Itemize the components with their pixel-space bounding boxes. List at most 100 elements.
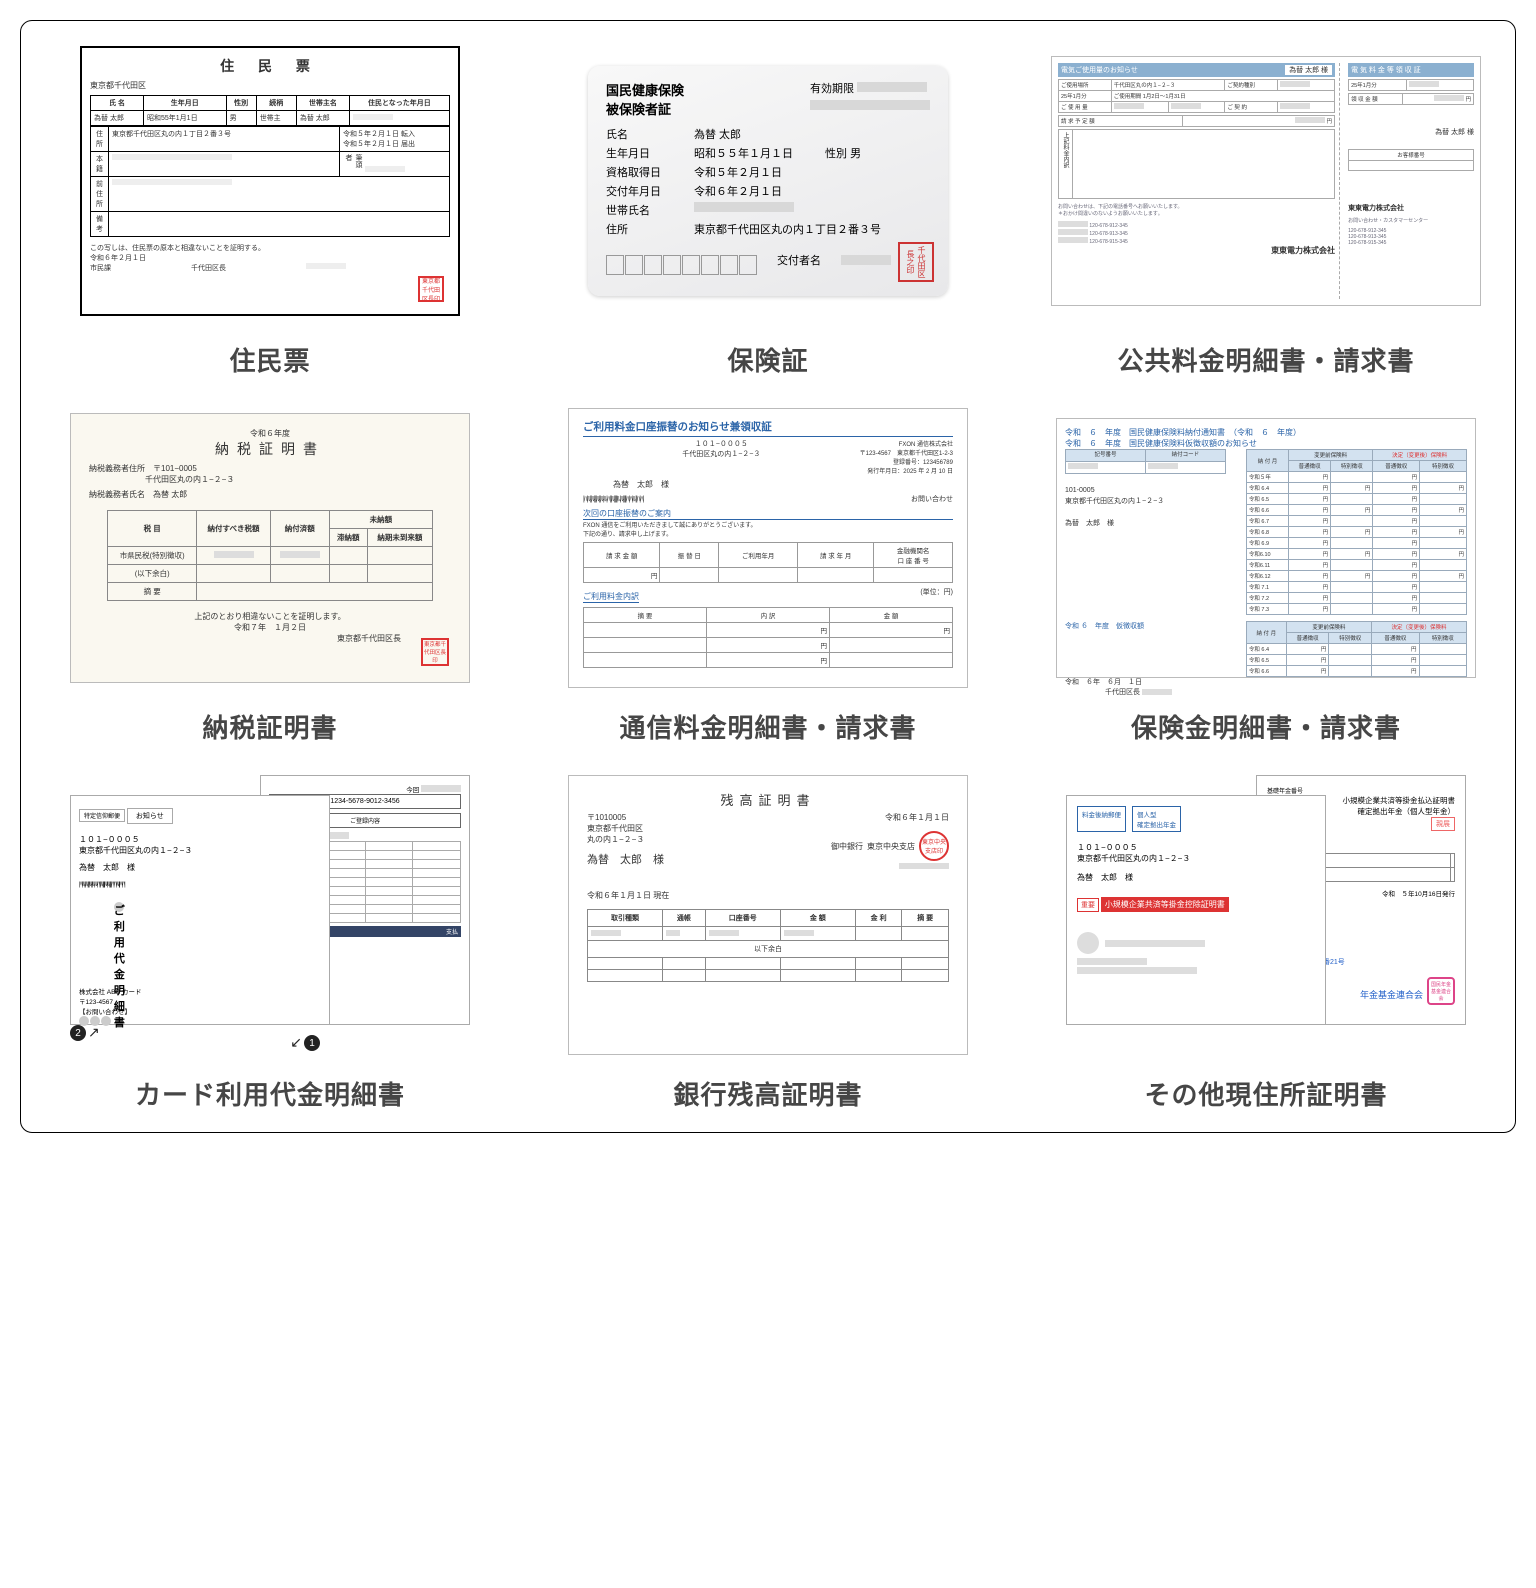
honseki-label: 本籍 <box>91 152 109 177</box>
th-name: 氏 名 <box>91 96 144 111</box>
caption-denki: 公共料金明細書・請求書 <box>1117 341 1414 378</box>
td-rel: 世帯主 <box>256 111 296 126</box>
denki-company: 東東電力株式会社 <box>1058 245 1335 256</box>
caption-hokensho: 保険証 <box>727 341 808 378</box>
doc-sono-front: 料金後納郵便 個人型 確定拠出年金 １０１−０００５ 東京都千代田区丸の内１−２… <box>1066 795 1326 1025</box>
denki-note: お問い合わせは、下記の電話番号へお願いいたします。 ＊おかけ間違いのないようお願… <box>1058 203 1335 217</box>
document-grid: 住 民 票 東京都千代田区 氏 名 生年月日 性別 続柄 世帯主名 住民となった… <box>20 20 1516 1133</box>
addr-value: 東京都千代田区丸の内１丁目２番３号 <box>109 127 340 152</box>
addr-dates: 令和５年２月１日 転入 令和５年２月１日 届出 <box>340 127 450 152</box>
card-addr: 東京都千代田区丸の内１−２−３ <box>79 845 321 856</box>
cell-hokensho: 国民健康保険 被保険者証 有効期限 氏名為替 太郎 生年月日昭和５５年１月１日性… <box>539 41 997 378</box>
caption-juminhyo: 住民票 <box>229 341 310 378</box>
doc-juminhyo: 住 民 票 東京都千代田区 氏 名 生年月日 性別 続柄 世帯主名 住民となった… <box>80 46 460 316</box>
caption-nouzei: 納税証明書 <box>202 708 337 745</box>
denki-header: 電気ご使用量のお知らせ為替 太郎 様 <box>1058 63 1335 77</box>
hokensho-addr: 東京都千代田区丸の内１丁目２番３号 <box>694 221 881 237</box>
tsushin-table1: 請 求 金 額振 替 日ご利用年月請 求 年 月金融機関名 口 座 番 号 円 <box>583 542 953 583</box>
doc-card-stack: 今回 1234-5678-9012-3456 ご登録内容 ご利用 <box>70 775 470 1055</box>
sono-front-title: 小規模企業共済等掛金控除証明書 <box>1101 897 1229 912</box>
marker-1: 1 <box>304 1035 320 1051</box>
addr-label: 住所 <box>91 127 109 152</box>
sono-badge: 親展 <box>1431 817 1455 831</box>
sono-name: 為替 太郎 様 <box>1077 872 1315 883</box>
th-sex: 性別 <box>226 96 256 111</box>
th-rel: 続柄 <box>256 96 296 111</box>
sono-fund: 年金基金連合会 <box>1360 988 1423 1001</box>
juminhyo-title: 住 民 票 <box>90 56 450 76</box>
caption-zandaka: 銀行残高証明書 <box>673 1075 862 1112</box>
cell-juminhyo: 住 民 票 東京都千代田区 氏 名 生年月日 性別 続柄 世帯主名 住民となった… <box>41 41 499 378</box>
denki-company2: 東東電力株式会社 <box>1348 203 1474 213</box>
juminhyo-ward: 東京都千代田区 <box>90 80 450 91</box>
juminhyo-footer: この写しは、住民票の原本と相違ないことを証明する。 令和６年２月１日 市民課 千… <box>90 243 450 273</box>
tsushin-table2: 摘 要内 訳金 額 円円 円 円 <box>583 607 953 668</box>
hokensho-seal: 千代田区長之印 <box>898 242 934 282</box>
zandaka-seal: 東京中央支店印 <box>919 831 949 861</box>
nouzei-name: 為替 太郎 <box>153 490 187 499</box>
honseki-value <box>109 152 340 177</box>
td-head: 為替 太郎 <box>296 111 349 126</box>
hokenkin-table2: 納 付 月変更前保険料決定（変更後）保険料 普通徴収特別徴収普通徴収特別徴収 令… <box>1246 621 1467 677</box>
doc-zandaka: 残高証明書 〒1010005 東京都千代田区 丸の内１−２−３ 為替 太郎 様 … <box>568 775 968 1055</box>
bikou-value <box>109 212 450 237</box>
card-zip: １０１−０００５ <box>79 834 321 845</box>
caption-hokenkin: 保険金明細書・請求書 <box>1131 708 1401 745</box>
caption-sono: その他現住所証明書 <box>1144 1075 1387 1112</box>
card-name: 為替 太郎 様 <box>79 862 321 873</box>
tsushin-company: FXON 通信株式会社 <box>860 439 953 448</box>
th-head: 世帯主名 <box>296 96 349 111</box>
td-resdate <box>349 111 449 126</box>
th-resdate: 住民となった年月日 <box>349 96 449 111</box>
sono-seal: 国民年金基金連合会 <box>1427 977 1455 1005</box>
cell-denki: 電気ご使用量のお知らせ為替 太郎 様 ご使用場所千代田区丸の内１−２−３ご契約種… <box>1037 41 1495 378</box>
td-dob: 昭和55年1月1日 <box>144 111 227 126</box>
tsushin-title: ご利用料金口座振替のお知らせ兼領収証 <box>583 419 953 437</box>
cell-tsushin: ご利用料金口座振替のお知らせ兼領収証 １０１−０００５ 千代田区丸の内１−２−３… <box>539 408 997 745</box>
tsushin-name: 為替 太郎 様 <box>613 479 923 490</box>
caption-card: カード利用代金明細書 <box>135 1075 405 1112</box>
hokensho-name: 為替 太郎 <box>694 126 741 142</box>
hokenkin-addr: 記号番号納付コード 101-0005 東京都千代田区丸の内１−２−３ 為替 太郎… <box>1065 449 1226 530</box>
juminhyo-header-table: 氏 名 生年月日 性別 続柄 世帯主名 住民となった年月日 為替 太郎 昭和55… <box>90 95 450 126</box>
card-front-title: ご利用代金明細書 <box>114 902 124 912</box>
nouzei-title: 納税証明書 <box>89 439 451 459</box>
doc-card-front: 特定信仰郵便 お知らせ １０１−０００５ 東京都千代田区丸の内１−２−３ 為替 … <box>70 795 330 1025</box>
cell-hokenkin: 令和 ６ 年度 国民健康保険料納付通知書 （令和 ６ 年度） 令和 ６ 年度 国… <box>1037 408 1495 745</box>
hittousha: 筆頭者 <box>340 152 450 177</box>
nouzei-issuer: 東京都千代田区長 <box>89 633 401 644</box>
maejusho-value <box>109 177 450 212</box>
doc-nouzei: 令和６年度 納税証明書 納税義務者住所 〒101−0005 千代田区丸の内１−２… <box>70 413 470 683</box>
nouzei-year: 令和６年度 <box>89 428 451 439</box>
hokensho-head: 国民健康保険 被保険者証 有効期限 <box>606 80 930 118</box>
doc-hokensho: 国民健康保険 被保険者証 有効期限 氏名為替 太郎 生年月日昭和５５年１月１日性… <box>588 66 948 296</box>
zandaka-table: 取引種類通帳口座番号金 額金 利摘 要 以下余白 <box>587 909 949 982</box>
cell-sono: 基礎年金番号 小規模企業共済等掛金払込証明書 確定拠出年金（個人型年金） 親展 … <box>1037 775 1495 1112</box>
cell-card: 今回 1234-5678-9012-3456 ご登録内容 ご利用 <box>41 775 499 1112</box>
td-sex: 男 <box>226 111 256 126</box>
arrow-2-icon: ↗ <box>88 1024 100 1041</box>
th-dob: 生年月日 <box>144 96 227 111</box>
cell-nouzei: 令和６年度 納税証明書 納税義務者住所 〒101−0005 千代田区丸の内１−２… <box>41 408 499 745</box>
zandaka-title: 残高証明書 <box>587 790 949 809</box>
arrow-1-icon: ↙ <box>290 1034 302 1051</box>
hokenkin-table1: 納 付 月変更前保険料決定（変更後）保険料 普通徴収特別徴収普通徴収特別徴収 令… <box>1246 449 1467 615</box>
maejusho-label: 前住所 <box>91 177 109 212</box>
juminhyo-addr-table: 住所 東京都千代田区丸の内１丁目２番３号 令和５年２月１日 転入 令和５年２月１… <box>90 126 450 237</box>
marker-2: 2 <box>70 1025 86 1041</box>
doc-denki: 電気ご使用量のお知らせ為替 太郎 様 ご使用場所千代田区丸の内１−２−３ご契約種… <box>1051 56 1481 306</box>
nouzei-table: 税 目 納付すべき税額 納付済額 未納額 滞納額納期未到来額 市県民税(特別徴収… <box>107 510 433 601</box>
juminhyo-seal: 東京都千代田区長印 <box>418 276 444 302</box>
nouzei-seal: 東京都千代田区長印 <box>421 638 449 666</box>
caption-tsushin: 通信料金明細書・請求書 <box>619 708 916 745</box>
sono-addr: 東京都千代田区丸の内１−２−３ <box>1077 853 1315 864</box>
doc-tsushin: ご利用料金口座振替のお知らせ兼領収証 １０１−０００５ 千代田区丸の内１−２−３… <box>568 408 968 688</box>
bikou-label: 備考 <box>91 212 109 237</box>
hokensho-boxes <box>606 255 757 275</box>
zandaka-name: 為替 太郎 様 <box>587 851 664 867</box>
denki-breakdown: 上記料金内訳 <box>1058 129 1335 199</box>
td-name: 為替 太郎 <box>91 111 144 126</box>
cell-zandaka: 残高証明書 〒1010005 東京都千代田区 丸の内１−２−３ 為替 太郎 様 … <box>539 775 997 1112</box>
denki-receipt-title: 電 気 料 金 等 領 収 証 <box>1348 63 1474 77</box>
doc-hokenkin: 令和 ６ 年度 国民健康保険料納付通知書 （令和 ６ 年度） 令和 ６ 年度 国… <box>1056 418 1476 678</box>
